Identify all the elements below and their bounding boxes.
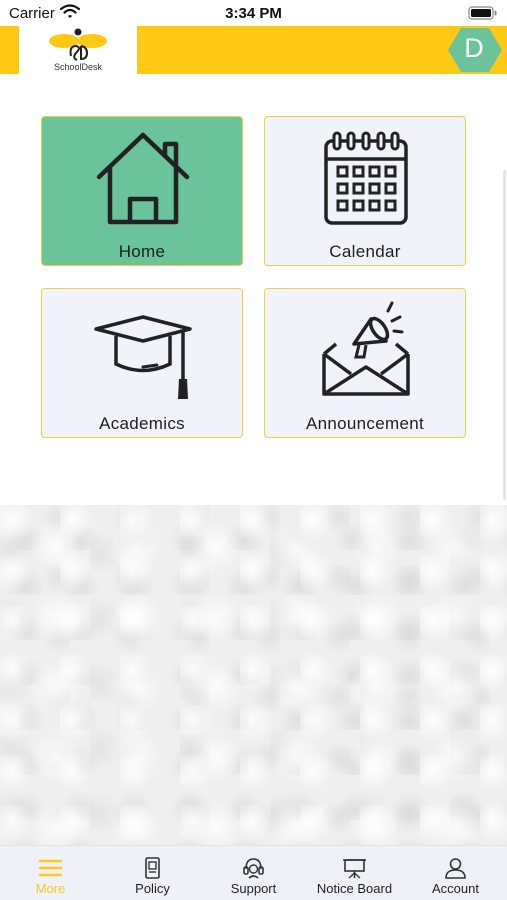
tab-label: More [35, 881, 66, 896]
battery-icon [468, 6, 498, 25]
status-bar: Carrier 3:34 PM [0, 0, 507, 26]
tab-label: Notice Board [316, 881, 393, 896]
tile-academics[interactable]: Academics [41, 288, 243, 438]
app-logo[interactable]: SchoolDesk [19, 26, 137, 78]
tab-policy[interactable]: Policy [102, 846, 203, 900]
user-icon [445, 858, 466, 879]
tile-label: Calendar [329, 242, 401, 261]
document-icon [145, 857, 160, 879]
clock: 3:34 PM [225, 5, 282, 22]
bottom-tab-bar: More Policy Support Notice Board Account [0, 845, 507, 900]
megaphone-envelope-icon [322, 301, 410, 396]
tile-label: Announcement [306, 414, 424, 433]
tab-label: Support [230, 881, 277, 896]
calendar-icon [324, 131, 408, 225]
tile-home[interactable]: Home [41, 116, 243, 266]
tile-announcement[interactable]: Announcement [264, 288, 466, 438]
scrollbar[interactable] [503, 170, 506, 500]
menu-icon [38, 859, 63, 877]
tab-support[interactable]: Support [203, 846, 304, 900]
notice-board-icon [343, 859, 366, 879]
tab-label: Account [432, 881, 479, 896]
avatar-letter: D [464, 33, 484, 63]
tab-account[interactable]: Account [405, 846, 506, 900]
house-icon [96, 132, 190, 225]
graduation-cap-icon [94, 315, 192, 399]
tile-label: Academics [99, 414, 185, 433]
paper-texture-background [0, 505, 507, 845]
tab-notice-board[interactable]: Notice Board [304, 846, 405, 900]
bee-logo-icon [49, 28, 107, 61]
logo-text: SchoolDesk [53, 62, 103, 72]
tile-calendar[interactable]: Calendar [264, 116, 466, 266]
tab-label: Policy [135, 881, 170, 896]
avatar[interactable]: D [447, 27, 503, 73]
tile-label: Home [118, 242, 166, 261]
headset-icon [243, 858, 264, 879]
tab-more[interactable]: More [0, 846, 101, 900]
